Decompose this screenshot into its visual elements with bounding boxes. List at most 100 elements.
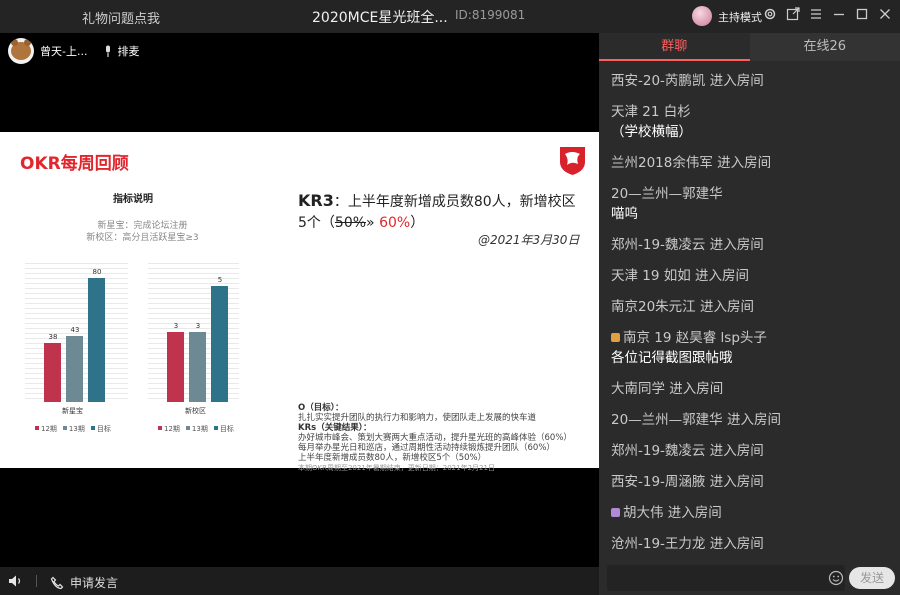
user-avatar[interactable] bbox=[692, 6, 712, 26]
slide-date: @2021年3月30日 bbox=[478, 233, 580, 247]
message-list: 西安-20-芮鹏凯 进入房间 天津 21 白杉 （学校横幅） 兰州2018余伟军 进入… bbox=[611, 71, 896, 565]
close-icon[interactable] bbox=[878, 7, 892, 21]
chart-data-label: 5 bbox=[217, 276, 223, 284]
apply-speak-label: 申请发言 bbox=[70, 576, 119, 590]
metric-desc-line-2: 新校区：高分且活跃星宝≥3 bbox=[86, 233, 199, 243]
legend-item: 12期 bbox=[35, 424, 57, 434]
chat-message-text: 20—兰州—郭建华 进入房间 bbox=[611, 412, 781, 428]
okr-notes: O（目标）： 扎扎实实提升团队的执行力和影响力，使团队走上发展的快车道 KRs（… bbox=[298, 403, 588, 473]
notes-o-text: 扎扎实实提升团队的执行力和影响力，使团队走上发展的快车道 bbox=[298, 413, 537, 423]
popout-icon[interactable] bbox=[786, 7, 800, 21]
chat-message: 郑州-19-魏凌云 进入房间 bbox=[611, 441, 896, 461]
host-info: 曾天-上... 排麦 bbox=[8, 38, 139, 64]
chart-new-members: 38 43 80 新星宝 12期 13期 目标 bbox=[25, 263, 128, 454]
chart-legend: 12期 13期 目标 bbox=[35, 424, 111, 434]
chart-x-label: 新星宝 bbox=[62, 407, 83, 415]
chat-message: 20—兰州—郭建华 喵呜 bbox=[611, 184, 896, 224]
minimize-icon[interactable] bbox=[832, 7, 846, 21]
chart-data-label: 38 bbox=[48, 333, 58, 341]
menu-icon[interactable] bbox=[809, 7, 823, 21]
chat-input[interactable] bbox=[607, 565, 845, 591]
gift-help-link[interactable]: 礼物问题点我 bbox=[82, 8, 160, 27]
chart-bar bbox=[88, 278, 105, 402]
bear-icon bbox=[11, 39, 31, 60]
chat-message-text: 兰州2018余伟军 进入房间 bbox=[611, 155, 772, 171]
kr3-label: KR3 bbox=[298, 191, 334, 210]
chat-tabs: 群聊 在线26 bbox=[599, 33, 900, 61]
chat-message: 天津 19 如如 进入房间 bbox=[611, 266, 896, 286]
chat-message-body: 各位记得截图跟帖哦 bbox=[611, 350, 733, 366]
legend-swatch bbox=[35, 426, 39, 430]
chat-message: 20—兰州—郭建华 进入房间 bbox=[611, 410, 896, 430]
chat-message-text: 天津 19 如如 进入房间 bbox=[611, 268, 750, 284]
slide-title: OKR每周回顾 bbox=[20, 154, 129, 174]
tab-group-chat[interactable]: 群聊 bbox=[599, 33, 750, 61]
chart-bar bbox=[66, 336, 83, 402]
maximize-icon[interactable] bbox=[855, 7, 869, 21]
chart-legend: 12期 13期 目标 bbox=[158, 424, 234, 434]
emoji-icon[interactable] bbox=[828, 570, 844, 586]
chat-message-text: 天津 21 白杉 bbox=[611, 104, 691, 120]
notes-o-label: O（目标）： bbox=[298, 403, 344, 413]
chat-message-text: 大南同学 进入房间 bbox=[611, 381, 724, 397]
chat-message-text: 郑州-19-魏凌云 进入房间 bbox=[611, 237, 764, 253]
notes-kr2: 每月举办星光日和巡店，通过周期性活动持续锻炼提升团队（60%） bbox=[298, 443, 555, 453]
chat-message-body: 喵呜 bbox=[611, 206, 638, 222]
video-area: 曾天-上... 排麦 OKR每周回顾 指标说明 新星宝：完成论坛注册 新校区：高… bbox=[0, 33, 599, 567]
chat-message: 大南同学 进入房间 bbox=[611, 379, 896, 399]
bottom-toolbar: 申请发言 bbox=[0, 567, 599, 595]
legend-swatch bbox=[90, 426, 95, 430]
host-avatar[interactable] bbox=[8, 38, 34, 64]
chat-message-text: 南京 19 赵昊睿 lsp头子 bbox=[623, 330, 767, 346]
legend-swatch bbox=[62, 426, 67, 430]
legend-label: 12期 bbox=[41, 425, 57, 433]
legend-swatch bbox=[185, 426, 190, 430]
legend-item: 13期 bbox=[185, 424, 208, 434]
notes-kr1: 办好城市峰会、策划大赛两大重点活动，提升星光班的高峰体验（60%） bbox=[298, 433, 572, 443]
toolbar-divider bbox=[36, 575, 37, 587]
legend-label: 13期 bbox=[68, 425, 85, 433]
mic-queue-button[interactable]: 排麦 bbox=[103, 43, 139, 59]
settings-icon[interactable] bbox=[763, 7, 777, 21]
chat-message: 沧州-19-王力龙 进入房间 bbox=[611, 534, 896, 554]
metric-title: 指标说明 bbox=[113, 194, 153, 205]
live-room-window: 礼物问题点我 2020MCE星光班全... ID:8199081 主持模式 曾天… bbox=[0, 0, 900, 595]
tab-online[interactable]: 在线26 bbox=[750, 33, 900, 61]
legend-label: 12期 bbox=[164, 425, 180, 433]
chart-bar bbox=[44, 343, 61, 402]
volume-icon[interactable] bbox=[8, 574, 24, 588]
chat-message-text: 西安-20-芮鹏凯 进入房间 bbox=[611, 73, 764, 89]
legend-item: 目标 bbox=[90, 424, 111, 434]
legend-item: 12期 bbox=[158, 424, 180, 434]
legend-label: 目标 bbox=[96, 425, 111, 433]
legend-item: 目标 bbox=[213, 424, 234, 434]
host-mode-label[interactable]: 主持模式 bbox=[718, 9, 762, 25]
chart-data-label: 3 bbox=[195, 322, 201, 330]
legend-label: 目标 bbox=[219, 425, 234, 433]
chat-message: 西安-19-周涵腋 进入房间 bbox=[611, 472, 896, 492]
mic-queue-label: 排麦 bbox=[117, 45, 140, 58]
chat-message: 南京 19 赵昊睿 lsp头子各位记得截图跟帖哦 bbox=[611, 328, 896, 368]
metric-description: 新星宝：完成论坛注册 新校区：高分且活跃星宝≥3 bbox=[60, 220, 225, 244]
user-level-badge-icon bbox=[611, 508, 620, 517]
chart-new-campus: 3 3 5 新校区 12期 13期 目标 bbox=[148, 263, 239, 454]
chart-bar bbox=[189, 332, 206, 402]
room-id: ID:8199081 bbox=[455, 8, 526, 22]
kr3-close: ） bbox=[410, 215, 425, 231]
chat-message-text: 郑州-19-魏凌云 进入房间 bbox=[611, 443, 764, 459]
chat-message-text: 西安-19-周涵腋 进入房间 bbox=[611, 474, 764, 490]
notes-kr-label: KRs（关键结果）： bbox=[298, 423, 372, 433]
title-bar: 礼物问题点我 2020MCE星光班全... ID:8199081 主持模式 bbox=[0, 0, 900, 33]
chart-data-label: 80 bbox=[92, 268, 102, 276]
chat-input-row: 发送 bbox=[607, 565, 895, 591]
window-controls bbox=[763, 7, 892, 21]
send-button[interactable]: 发送 bbox=[849, 567, 895, 589]
chart-bar bbox=[211, 286, 228, 402]
notes-footer: 本期OKR周期至2021年暑期结束，更新日期：2021年2月21日 bbox=[298, 464, 495, 472]
chat-message-text: 南京20朱元江 进入房间 bbox=[611, 299, 754, 315]
chart-x-label: 新校区 bbox=[185, 407, 206, 415]
apply-speak-button[interactable]: 申请发言 bbox=[50, 574, 118, 591]
chat-message: 天津 21 白杉 （学校横幅） bbox=[611, 102, 896, 142]
dragon-logo-icon bbox=[560, 147, 585, 175]
chat-message-body: （学校横幅） bbox=[611, 124, 692, 140]
